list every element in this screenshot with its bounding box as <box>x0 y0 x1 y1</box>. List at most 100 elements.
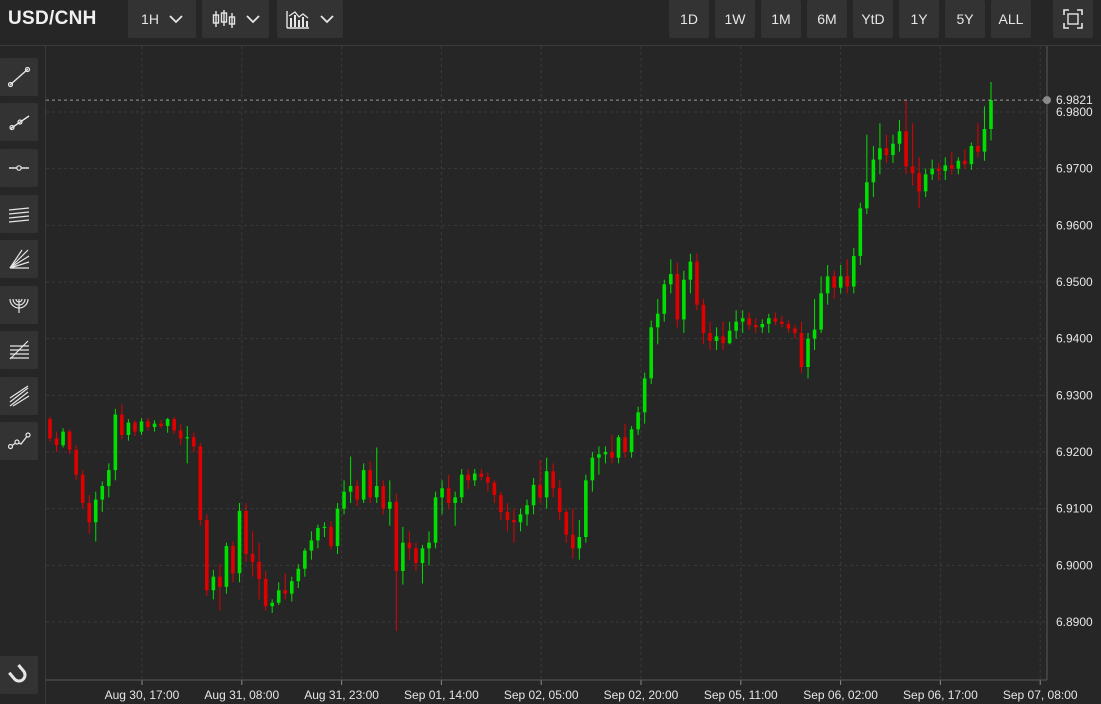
candle-body <box>747 318 752 326</box>
candle-body <box>551 471 555 489</box>
y-tick-label: 6.9100 <box>1056 502 1093 516</box>
candle-body <box>407 542 412 549</box>
candle-down <box>904 100 908 175</box>
candle-body <box>139 421 144 432</box>
candle-down <box>355 480 359 507</box>
candle-up <box>603 446 608 464</box>
candle-body <box>374 486 379 498</box>
candle-up <box>982 106 987 161</box>
candle-down <box>368 461 372 503</box>
candle-body <box>433 497 438 543</box>
candle-body <box>218 576 222 587</box>
candle-up <box>871 146 876 197</box>
candle-up <box>237 503 242 583</box>
candle-up <box>642 372 647 424</box>
candle-up <box>107 463 111 498</box>
candle-body <box>518 514 523 523</box>
candle-down <box>492 480 497 503</box>
candle-body <box>564 512 569 535</box>
candle-body <box>838 276 843 288</box>
candle-down <box>557 480 562 520</box>
candle-body <box>584 480 588 537</box>
candle-down <box>512 508 516 543</box>
candle-body <box>316 527 320 541</box>
candle-up <box>113 408 118 481</box>
candle-body <box>133 422 137 432</box>
candle-up <box>348 456 353 503</box>
candle-body <box>753 325 758 328</box>
candle-up <box>649 320 653 384</box>
y-tick-label: 6.9500 <box>1056 275 1093 289</box>
candle-body <box>289 581 294 594</box>
candle-down <box>786 320 791 333</box>
candle-down <box>963 149 967 169</box>
candle-body <box>884 148 889 156</box>
candle-down <box>67 429 72 455</box>
y-tick-label: 6.9300 <box>1056 388 1093 402</box>
candle-body <box>205 520 209 591</box>
candle-body <box>603 452 608 455</box>
candle-body <box>165 419 170 426</box>
candle-up <box>276 582 281 605</box>
candle-down <box>845 259 850 294</box>
candle-body <box>936 168 941 171</box>
candle-down <box>701 299 706 345</box>
candle-body <box>283 590 288 594</box>
x-tick-label: Sep 02, 20:00 <box>604 688 679 702</box>
candle-up <box>923 168 928 197</box>
candle-down <box>48 416 52 442</box>
candle-body <box>342 491 346 509</box>
candle-down <box>87 495 92 534</box>
candle-body <box>472 473 477 481</box>
candle-body <box>623 437 627 452</box>
candle-up <box>322 522 327 537</box>
candle-up <box>152 420 157 432</box>
candle-down <box>780 316 784 328</box>
candle-down <box>54 431 59 452</box>
candle-up <box>767 313 771 333</box>
candle-body <box>309 540 314 551</box>
candle-down <box>773 312 778 326</box>
candle-body <box>538 484 542 498</box>
candle-up <box>401 526 405 585</box>
candle-body <box>54 438 59 446</box>
candle-up <box>165 418 170 433</box>
candle-up <box>734 310 738 339</box>
candle-down <box>884 134 889 163</box>
candle-body <box>355 486 359 500</box>
candle-up <box>930 159 934 180</box>
candle-body <box>80 474 85 503</box>
candle-up <box>93 491 98 542</box>
candle-up <box>61 428 65 448</box>
candle-up <box>943 157 948 180</box>
candle-body <box>734 321 738 331</box>
x-axis-labels: Aug 30, 17:00 Aug 31, 08:00 Aug 31, 23:00 S… <box>105 688 1078 702</box>
candle-body <box>335 508 340 547</box>
candle-body <box>198 446 203 520</box>
candle-body <box>303 550 307 569</box>
candle-up <box>590 452 595 492</box>
candle-body <box>322 526 327 528</box>
candle-body <box>865 182 869 209</box>
candle-body <box>662 284 667 314</box>
candle-up <box>374 447 379 503</box>
candle-up <box>211 569 216 600</box>
candle-down <box>976 123 980 158</box>
candle-body <box>348 486 353 492</box>
x-tick-label: Sep 06, 02:00 <box>803 688 878 702</box>
candle-body <box>786 323 791 329</box>
price-chart[interactable]: 6.9821 6.8900 6.9000 6.9100 6.9200 6.9300 6.9… <box>0 0 1101 704</box>
candle-down <box>191 432 196 452</box>
candle-body <box>923 174 928 192</box>
candle-body <box>525 505 529 515</box>
candle-up <box>427 531 431 566</box>
candle-body <box>976 146 980 152</box>
candle-body <box>67 431 72 450</box>
candle-down <box>244 503 248 562</box>
candle-body <box>904 131 908 167</box>
candle-up <box>969 142 974 170</box>
candle-down <box>479 469 484 481</box>
candle-down <box>910 123 915 186</box>
candle-body <box>930 168 934 175</box>
candle-body <box>93 499 98 523</box>
